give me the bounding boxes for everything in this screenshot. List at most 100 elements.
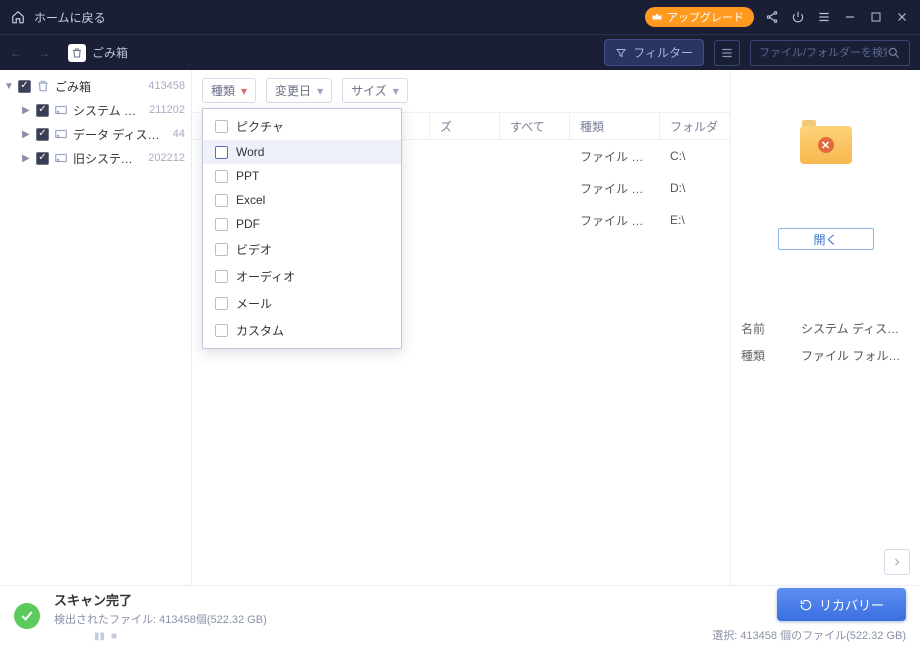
minimize-icon[interactable] (842, 9, 858, 25)
tree-item[interactable]: ▶ ✓ 旧システム (E:) NTFS 202212 (0, 146, 191, 170)
stop-icon[interactable]: ■ (111, 631, 117, 642)
date-dropdown[interactable]: 変更日 ▾ (266, 78, 332, 103)
type-option-label: PPT (236, 169, 259, 183)
type-option-label: PDF (236, 217, 260, 231)
checkbox[interactable] (215, 297, 228, 310)
status-detected: 検出されたファイル: 413458個(522.32 GB) (54, 611, 267, 627)
type-option-label: メール (236, 295, 272, 312)
checkbox[interactable] (215, 146, 228, 159)
recover-label: リカバリー (819, 595, 884, 614)
trash-icon (35, 78, 51, 94)
share-icon[interactable] (764, 9, 780, 25)
tree-root[interactable]: ▼ ✓ ごみ箱 413458 (0, 74, 191, 98)
maximize-icon[interactable] (868, 9, 884, 25)
chevron-right-icon[interactable]: ▶ (22, 129, 32, 140)
preview-pane: ✕ 開く 名前システム ディスク (C:) .. 種類ファイル フォルダー (730, 70, 920, 585)
pause-icon[interactable]: ▮▮ (94, 631, 105, 642)
type-option-label: オーディオ (236, 268, 295, 285)
cell-type: ファイル フォ... (570, 180, 660, 197)
main-panel: 種類 ▾ 変更日 ▾ サイズ ▾ ズ すべて 種類 フォルダ ファイル フォ..… (192, 70, 730, 585)
filter-label: フィルター (633, 44, 693, 61)
search-box[interactable] (750, 40, 910, 66)
detail-key: 名前 (741, 320, 801, 337)
type-option[interactable]: ビデオ (203, 236, 401, 263)
type-option[interactable]: ピクチャ (203, 113, 401, 140)
size-dropdown[interactable]: サイズ ▾ (342, 78, 408, 103)
power-icon[interactable] (790, 9, 806, 25)
type-option[interactable]: PDF (203, 212, 401, 236)
open-button[interactable]: 開く (778, 228, 874, 250)
type-option[interactable]: Word (203, 140, 401, 164)
upgrade-button[interactable]: アップグレード (645, 7, 754, 27)
type-option[interactable]: カスタム (203, 317, 401, 344)
type-option[interactable]: メール (203, 290, 401, 317)
chevron-down-icon: ▾ (241, 84, 247, 98)
date-dropdown-label: 変更日 (275, 82, 311, 99)
tree-item[interactable]: ▶ ✓ データ ディスク (D:) NTFS 44 (0, 122, 191, 146)
cell-folder: E:\ (660, 213, 730, 227)
checkbox[interactable] (215, 324, 228, 337)
cell-type: ファイル フォ... (570, 212, 660, 229)
titlebar: ホームに戻る アップグレード (0, 0, 920, 34)
folder-preview: ✕ (800, 120, 852, 164)
tree-item-label: システム ディスク (C:) N... (73, 102, 141, 119)
col-type[interactable]: 種類 (570, 113, 660, 139)
corrupt-icon: ✕ (818, 137, 834, 153)
type-option-label: Excel (236, 193, 265, 207)
checkbox[interactable]: ✓ (36, 104, 49, 117)
view-toggle-button[interactable] (714, 40, 740, 66)
checkbox[interactable] (215, 218, 228, 231)
type-dropdown-menu: ピクチャ Word PPT Excel PDF ビデオ オーディオ メール カス… (202, 108, 402, 349)
menu-icon[interactable] (816, 9, 832, 25)
checkbox[interactable] (215, 170, 228, 183)
tree-item-count: 202212 (148, 152, 185, 164)
next-button[interactable] (884, 549, 910, 575)
checkbox[interactable] (215, 194, 228, 207)
chevron-right-icon[interactable]: ▶ (22, 105, 32, 116)
tree-item[interactable]: ▶ ✓ システム ディスク (C:) N... 211202 (0, 98, 191, 122)
checkbox[interactable] (215, 120, 228, 133)
body-area: ▼ ✓ ごみ箱 413458 ▶ ✓ システム ディスク (C:) N... 2… (0, 70, 920, 585)
filter-button[interactable]: フィルター (604, 39, 704, 66)
checkbox[interactable] (215, 243, 228, 256)
col-size[interactable]: ズ (430, 113, 500, 139)
detail-value: ファイル フォルダー (801, 347, 910, 364)
checkbox[interactable]: ✓ (36, 152, 49, 165)
toolbar: ← → ごみ箱 フィルター (0, 34, 920, 70)
checkbox[interactable] (215, 270, 228, 283)
chevron-right-icon[interactable]: ▶ (22, 153, 32, 164)
recover-button[interactable]: リカバリー (777, 588, 906, 621)
tree-item-label: 旧システム (E:) NTFS (73, 150, 140, 167)
nav-forward-icon[interactable]: → (38, 46, 50, 60)
checkbox[interactable]: ✓ (36, 128, 49, 141)
crown-icon (651, 11, 663, 23)
type-option-label: Word (236, 145, 264, 159)
close-icon[interactable] (894, 9, 910, 25)
type-option-label: カスタム (236, 322, 284, 339)
chevron-down-icon: ▾ (317, 84, 323, 98)
location-chip: ごみ箱 (68, 44, 128, 62)
search-icon[interactable] (887, 46, 901, 60)
nav-back-icon[interactable]: ← (10, 46, 22, 60)
disk-icon (53, 102, 69, 118)
type-dropdown-label: 種類 (211, 82, 235, 99)
type-dropdown[interactable]: 種類 ▾ (202, 78, 256, 103)
type-option[interactable]: PPT (203, 164, 401, 188)
filters-bar: 種類 ▾ 変更日 ▾ サイズ ▾ (192, 70, 730, 112)
chevron-down-icon[interactable]: ▼ (4, 81, 14, 92)
search-input[interactable] (759, 47, 887, 59)
disk-icon (53, 126, 69, 142)
status-title: スキャン完了 (54, 590, 267, 609)
detail-key: 種類 (741, 347, 801, 364)
type-option[interactable]: Excel (203, 188, 401, 212)
home-link[interactable]: ホームに戻る (10, 9, 106, 26)
type-option[interactable]: オーディオ (203, 263, 401, 290)
col-folder[interactable]: フォルダ (660, 113, 730, 139)
col-date[interactable]: すべて (500, 113, 570, 139)
cell-folder: C:\ (660, 149, 730, 163)
tree-root-label: ごみ箱 (55, 78, 140, 95)
checkbox[interactable]: ✓ (18, 80, 31, 93)
chevron-down-icon: ▾ (393, 84, 399, 98)
filter-icon (615, 47, 627, 59)
location-label: ごみ箱 (92, 44, 128, 61)
